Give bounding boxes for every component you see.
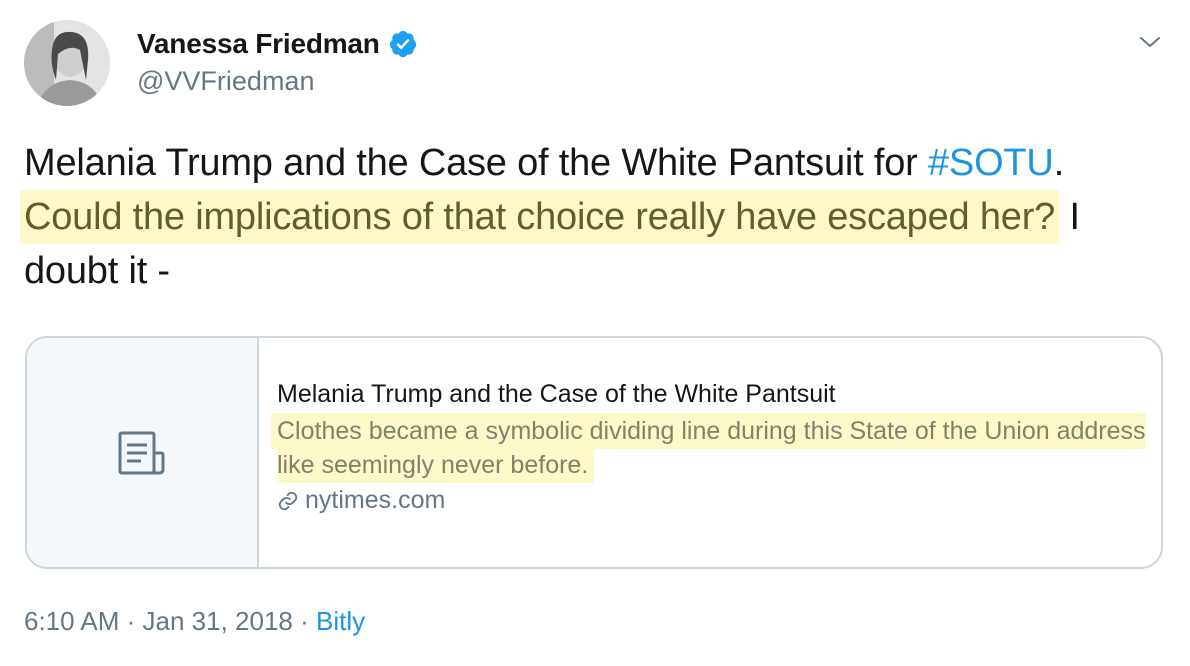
tweet-date[interactable]: Jan 31, 2018 bbox=[143, 606, 293, 636]
verified-badge-icon bbox=[389, 30, 416, 58]
document-icon bbox=[118, 431, 165, 474]
card-description-text: Clothes became a symbolic dividing line … bbox=[271, 413, 1146, 483]
chevron-down-icon[interactable] bbox=[1138, 30, 1162, 54]
card-body: Melania Trump and the Case of the White … bbox=[259, 338, 1161, 567]
meta-separator-2: · bbox=[292, 606, 316, 636]
link-preview-card[interactable]: Melania Trump and the Case of the White … bbox=[25, 336, 1163, 569]
hashtag-link[interactable]: #SOTU bbox=[928, 142, 1054, 184]
tweet-text: Melania Trump and the Case of the White … bbox=[20, 136, 1169, 298]
card-description: Clothes became a symbolic dividing line … bbox=[271, 413, 1161, 483]
author-display-name[interactable]: Vanessa Friedman bbox=[137, 28, 380, 60]
meta-separator-1: · bbox=[119, 606, 143, 636]
card-domain-text: nytimes.com bbox=[305, 486, 446, 514]
tweet-time[interactable]: 6:10 AM bbox=[24, 606, 119, 636]
avatar[interactable] bbox=[24, 20, 110, 106]
link-icon bbox=[278, 491, 298, 510]
tweet-text-part2: . bbox=[1053, 142, 1065, 184]
card-domain: nytimes.com bbox=[277, 486, 1161, 515]
highlighted-text: Could the implications of that choice re… bbox=[20, 190, 1060, 244]
card-thumbnail bbox=[27, 338, 259, 567]
tweet-text-part1: Melania Trump and the Case of the White … bbox=[24, 142, 928, 184]
author-handle[interactable]: @VVFriedman bbox=[137, 66, 314, 97]
author-name-row[interactable]: Vanessa Friedman bbox=[137, 28, 418, 60]
card-title: Melania Trump and the Case of the White … bbox=[277, 380, 836, 408]
avatar-photo bbox=[24, 20, 110, 106]
tweet-metadata: 6:10 AM · Jan 31, 2018 · Bitly bbox=[24, 606, 365, 637]
tweet-source-link[interactable]: Bitly bbox=[316, 606, 365, 636]
